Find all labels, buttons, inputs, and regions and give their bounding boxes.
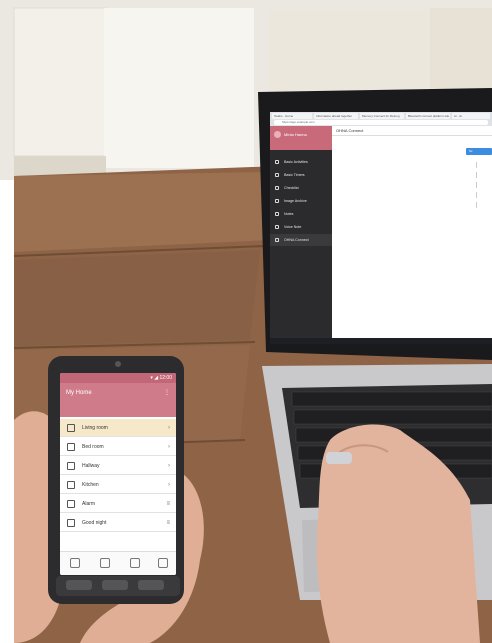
sofa-icon xyxy=(67,424,75,432)
room-kitchen[interactable]: Kitchen › xyxy=(60,476,176,494)
browser-tab[interactable]: Studio · Home xyxy=(272,113,312,119)
image-icon xyxy=(275,199,279,203)
kitchen-icon xyxy=(67,481,75,489)
room-alarm[interactable]: Alarm ≡ xyxy=(60,495,176,513)
sidebar-item-label: OHNA Connect xyxy=(284,238,309,242)
list-item[interactable] xyxy=(476,182,492,188)
browser-tab[interactable]: Ai · Ai xyxy=(452,113,490,119)
sidebar-item-notes[interactable]: Notes xyxy=(270,208,332,220)
photo-scene: Studio · Home Information ahead together… xyxy=(0,0,492,643)
room-hallway[interactable]: Hallway › xyxy=(60,457,176,475)
list-item[interactable] xyxy=(476,202,492,208)
browser-tab[interactable]: Memory Connect for lifelong xyxy=(360,113,404,119)
sidebar-item-basic-timers[interactable]: Basic Timers xyxy=(270,169,332,181)
room-label: Alarm xyxy=(82,501,96,507)
sidebar-item-checklist[interactable]: Checklist xyxy=(270,182,332,194)
bed-icon xyxy=(67,443,75,451)
sidebar-item-label: Voice Note xyxy=(284,225,302,229)
laptop-screen: Studio · Home Information ahead together… xyxy=(270,112,492,344)
pencil-icon xyxy=(275,212,279,216)
sidebar-item-label: Basic Activities xyxy=(284,160,308,164)
status-bar: ▾ ◢ 12:00 xyxy=(60,373,176,383)
sidebar-item-basic-activities[interactable]: Basic Activities xyxy=(270,156,332,168)
door-icon xyxy=(67,462,75,470)
bottom-nav xyxy=(60,551,176,575)
sidebar-item-label: Notes xyxy=(284,212,294,216)
action-button[interactable]: Sc xyxy=(466,148,492,155)
sidebar-header: Minta Hanna xyxy=(270,126,332,150)
microphone-icon xyxy=(275,225,279,229)
page-title: OHNA Connect xyxy=(332,126,492,136)
list-item[interactable] xyxy=(476,192,492,198)
sidebar-item-image-archive[interactable]: Image Archive xyxy=(270,195,332,207)
app-title: My Home xyxy=(66,390,92,396)
sidebar-item-label: Checklist xyxy=(284,186,299,190)
link-icon xyxy=(275,238,279,242)
room-label: Bed room xyxy=(82,444,104,450)
sidebar-item-voice-note[interactable]: Voice Note xyxy=(270,221,332,233)
list-item[interactable] xyxy=(476,172,492,178)
toggle-icon[interactable]: ≡ xyxy=(166,495,170,513)
app-header xyxy=(60,383,176,417)
sidebar-item-ohna-connect[interactable]: OHNA Connect xyxy=(270,234,332,246)
check-icon xyxy=(275,186,279,190)
calendar-icon xyxy=(275,160,279,164)
url-bar[interactable]: https://app.example.com xyxy=(274,120,488,125)
room-good-night[interactable]: Good night ≡ xyxy=(60,514,176,532)
home-nav-icon[interactable] xyxy=(70,558,80,568)
lock-icon xyxy=(67,519,75,527)
chevron-right-icon: › xyxy=(168,444,170,450)
overflow-menu-icon[interactable]: ⋮ xyxy=(164,389,170,396)
room-label: Kitchen xyxy=(82,482,99,488)
room-label: Good night xyxy=(82,520,107,526)
toggle-icon[interactable]: ≡ xyxy=(166,514,170,532)
phone-screen: ▾ ◢ 12:00 My Home ⋮ Living room › Bed roo… xyxy=(60,373,176,575)
taskbar xyxy=(270,338,492,344)
room-label: Hallway xyxy=(82,463,100,469)
sidebar-item-label: Image Archive xyxy=(284,199,307,203)
chevron-right-icon: › xyxy=(168,482,170,488)
bell-icon xyxy=(67,500,75,508)
browser-tab[interactable]: Bluetooth connect platform site xyxy=(406,113,450,119)
browser-tab-bar: Studio · Home Information ahead together… xyxy=(270,112,492,126)
sidebar-item-label: Basic Timers xyxy=(284,173,305,177)
chevron-right-icon: › xyxy=(168,463,170,469)
sidebar: Minta Hanna Basic Activities Basic Timer… xyxy=(270,126,332,344)
avatar[interactable] xyxy=(274,131,281,138)
user-name: Minta Hanna xyxy=(284,132,307,137)
screen-nav-icon[interactable] xyxy=(130,558,140,568)
chevron-right-icon: › xyxy=(168,425,170,431)
door-nav-icon[interactable] xyxy=(100,558,110,568)
room-bed-room[interactable]: Bed room › xyxy=(60,438,176,456)
timer-icon xyxy=(275,173,279,177)
settings-nav-icon[interactable] xyxy=(158,558,168,568)
list-item[interactable] xyxy=(476,162,492,168)
room-label: Living room xyxy=(82,425,108,431)
room-living-room[interactable]: Living room › xyxy=(60,419,176,437)
browser-tab[interactable]: Information ahead together xyxy=(314,113,358,119)
